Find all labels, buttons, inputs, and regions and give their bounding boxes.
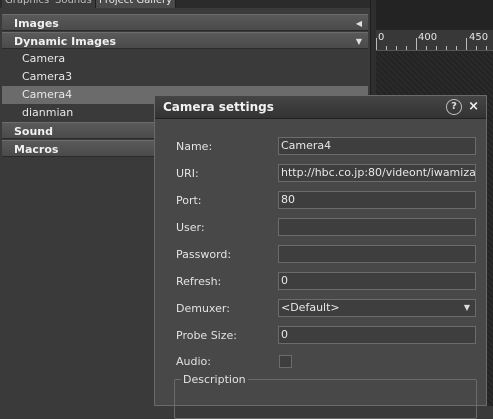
section-sound-label: Sound xyxy=(14,125,54,138)
close-icon[interactable]: × xyxy=(468,96,479,118)
triangle-down-icon: ▼ xyxy=(463,303,470,312)
ruler-tick xyxy=(476,46,477,50)
ruler-label: 450 xyxy=(469,32,489,43)
demuxer-label: Demuxer: xyxy=(176,302,230,315)
camera-settings-dialog: Camera settings ? × Name: Camera4 URI: h… xyxy=(154,95,487,419)
user-field[interactable] xyxy=(278,218,476,236)
ruler-tick xyxy=(486,46,487,50)
dialog-body: Name: Camera4 URI: http://hbc.co.jp:80/v… xyxy=(155,118,486,419)
tab-bar: Graphics Sounds Project Gallery xyxy=(0,0,376,8)
triangle-down-icon[interactable]: ▼ xyxy=(356,33,362,50)
password-label: Password: xyxy=(176,248,232,261)
ruler-tick xyxy=(436,46,437,50)
probe-size-field[interactable]: 0 xyxy=(278,326,476,344)
dialog-title-bar[interactable]: Camera settings ? × xyxy=(155,96,486,119)
help-icon[interactable]: ? xyxy=(446,99,462,115)
demuxer-select[interactable]: <Default> ▼ xyxy=(278,299,476,317)
description-group: Description xyxy=(174,373,477,419)
audio-label: Audio: xyxy=(176,355,211,368)
tab-sounds[interactable]: Sounds xyxy=(52,0,96,8)
port-field[interactable]: 80 xyxy=(278,191,476,209)
password-field[interactable] xyxy=(278,245,476,263)
ruler-label: 0 xyxy=(378,32,385,43)
section-images[interactable]: Images ◀ xyxy=(2,14,368,31)
section-images-label: Images xyxy=(14,17,59,30)
ruler-tick xyxy=(456,46,457,50)
tab-graphics[interactable]: Graphics xyxy=(2,0,54,8)
description-label: Description xyxy=(181,373,248,386)
dialog-title: Camera settings xyxy=(163,100,274,114)
triangle-left-icon[interactable]: ◀ xyxy=(356,15,362,32)
ruler-tick xyxy=(386,46,387,50)
ruler-tick xyxy=(426,46,427,50)
list-item-camera[interactable]: Camera xyxy=(2,50,368,68)
ruler-tick xyxy=(376,38,377,50)
probe-size-label: Probe Size: xyxy=(176,329,237,342)
audio-checkbox[interactable] xyxy=(279,355,292,368)
ruler-tick xyxy=(466,38,467,50)
demuxer-value: <Default> xyxy=(281,301,340,314)
uri-label: URI: xyxy=(176,167,199,180)
refresh-field[interactable]: 0 xyxy=(278,272,476,290)
port-label: Port: xyxy=(176,194,202,207)
list-item-camera3[interactable]: Camera3 xyxy=(2,68,368,86)
name-label: Name: xyxy=(176,140,213,153)
name-field[interactable]: Camera4 xyxy=(278,137,476,155)
uri-field[interactable]: http://hbc.co.jp:80/videont/iwamizawal.j xyxy=(278,164,476,182)
ruler-tick xyxy=(396,46,397,50)
ruler-tick xyxy=(446,46,447,50)
ruler-label: 400 xyxy=(418,32,438,43)
ruler-tick xyxy=(406,46,407,50)
ruler: 0 400 450 xyxy=(376,30,493,51)
section-macros-label: Macros xyxy=(14,143,59,156)
user-label: User: xyxy=(176,221,205,234)
section-dynamic-images-label: Dynamic Images xyxy=(14,35,116,48)
tab-project-gallery[interactable]: Project Gallery xyxy=(96,0,177,8)
refresh-label: Refresh: xyxy=(176,275,222,288)
section-dynamic-images[interactable]: Dynamic Images ▼ xyxy=(2,32,368,49)
ruler-tick xyxy=(416,38,417,50)
